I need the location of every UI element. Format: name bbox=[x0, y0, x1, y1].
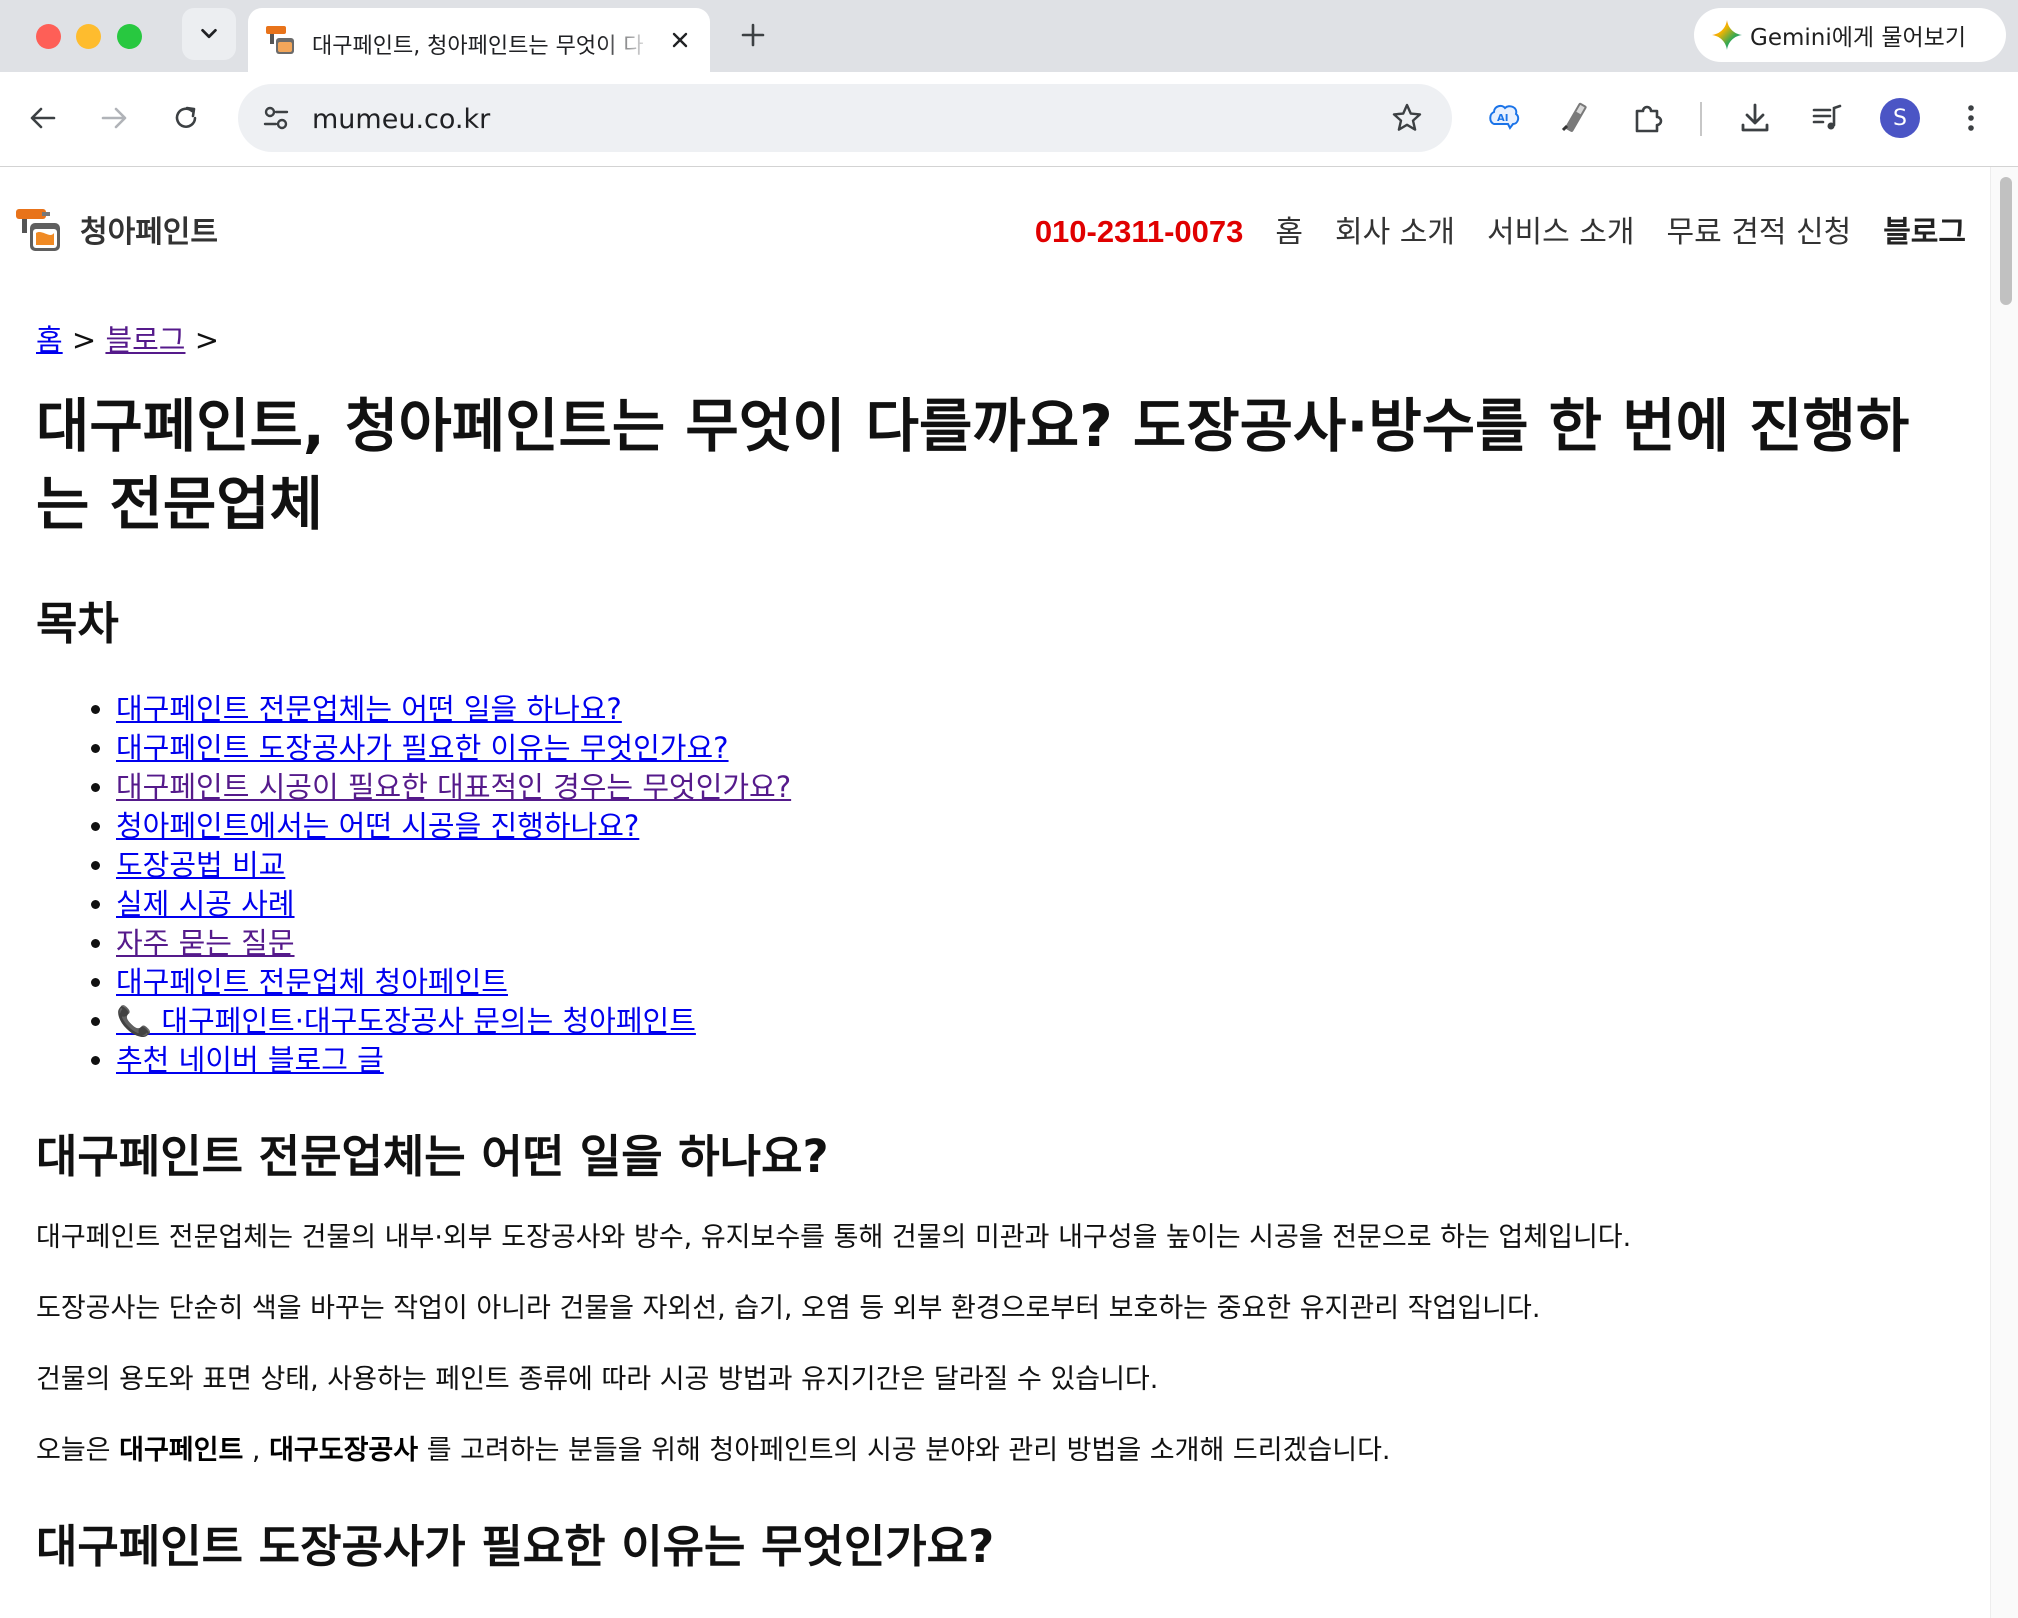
playlist-music-icon bbox=[1812, 104, 1842, 130]
arrow-right-icon bbox=[101, 107, 127, 129]
toc-item: 청아페인트에서는 어떤 시공을 진행하나요? bbox=[116, 807, 1956, 846]
window-minimize-button[interactable] bbox=[76, 24, 101, 49]
paragraph-text: , bbox=[243, 1435, 270, 1466]
section-heading: 대구페인트 전문업체는 어떤 일을 하나요? bbox=[36, 1130, 829, 1183]
toc-item: 📞 대구페인트·대구도장공사 문의는 청아페인트 bbox=[116, 1002, 1956, 1041]
window-close-button[interactable] bbox=[36, 24, 61, 49]
profile-avatar[interactable]: S bbox=[1880, 98, 1920, 138]
star-outline-icon bbox=[1392, 103, 1422, 131]
table-of-contents: 대구페인트 전문업체는 어떤 일을 하나요? 대구페인트 도장공사가 필요한 이… bbox=[36, 690, 1956, 1080]
download-icon bbox=[1741, 103, 1769, 132]
page-scrollbar[interactable] bbox=[1990, 167, 2018, 1618]
media-control-button[interactable] bbox=[1805, 96, 1849, 140]
url-text[interactable]: mumeu.co.kr bbox=[312, 104, 490, 135]
toc-link[interactable]: 자주 묻는 질문 bbox=[116, 926, 295, 960]
toc-item: 실제 시공 사례 bbox=[116, 885, 1956, 924]
toc-link[interactable]: 대구페인트 시공이 필요한 대표적인 경우는 무엇인가요? bbox=[116, 770, 791, 804]
article-content: 홈 > 블로그 > 대구페인트, 청아페인트는 무엇이 다를까요? 도장공사·방… bbox=[36, 317, 1956, 1575]
toolbar-divider bbox=[1700, 102, 1702, 136]
tab-search-button[interactable] bbox=[182, 8, 236, 60]
tab-title: 대구페인트, 청아페인트는 무엇이 다 bbox=[312, 34, 644, 56]
tune-icon bbox=[263, 106, 289, 130]
gemini-sparkle-icon bbox=[1712, 20, 1742, 50]
new-tab-button[interactable] bbox=[736, 18, 770, 52]
site-favicon-icon bbox=[266, 26, 294, 54]
toc-item: 도장공법 비교 bbox=[116, 846, 1956, 885]
gemini-ask-button[interactable]: Gemini에게 물어보기 bbox=[1694, 8, 2006, 62]
tab-close-button[interactable] bbox=[666, 26, 694, 54]
ai-extension-button[interactable]: AI bbox=[1482, 96, 1526, 140]
keyword-bold: 대구페인트 bbox=[119, 1435, 244, 1466]
toc-link[interactable]: 대구페인트 전문업체 청아페인트 bbox=[116, 965, 508, 999]
breadcrumb-blog-link[interactable]: 블로그 bbox=[105, 323, 185, 357]
reload-button[interactable] bbox=[164, 96, 208, 140]
toc-heading: 목차 bbox=[36, 597, 119, 650]
section-heading: 대구페인트 도장공사가 필요한 이유는 무엇인가요? bbox=[36, 1520, 995, 1573]
browser-tab-bar: 대구페인트, 청아페인트는 무엇이 다 Gemini에게 물어보기 bbox=[0, 0, 2018, 72]
toc-item: 추천 네이버 블로그 글 bbox=[116, 1041, 1956, 1080]
arrow-left-icon bbox=[30, 107, 56, 129]
window-zoom-button[interactable] bbox=[117, 24, 142, 49]
paragraph: 오늘은 대구페인트 , 대구도장공사 를 고려하는 분들을 위해 청아페인트의 … bbox=[36, 1432, 1956, 1470]
paragraph-text: 오늘은 bbox=[36, 1435, 120, 1466]
toc-link[interactable]: 청아페인트에서는 어떤 시공을 진행하나요? bbox=[116, 809, 639, 843]
paragraph: 건물의 용도와 표면 상태, 사용하는 페인트 종류에 따라 시공 방법과 유지… bbox=[36, 1364, 1159, 1395]
back-button[interactable] bbox=[21, 96, 65, 140]
forward-button[interactable] bbox=[92, 96, 136, 140]
toc-link[interactable]: 추천 네이버 블로그 글 bbox=[116, 1043, 384, 1077]
paragraph-text: 를 고려하는 분들을 위해 청아페인트의 시공 분야와 관리 방법을 소개해 드… bbox=[418, 1435, 1391, 1466]
phone-link[interactable]: 010-2311-0073 bbox=[1035, 214, 1244, 250]
more-vertical-icon bbox=[1968, 105, 1974, 131]
bookmark-button[interactable] bbox=[1386, 97, 1428, 139]
paragraph: 대구페인트 전문업체는 건물의 내부·외부 도장공사와 방수, 유지보수를 통해… bbox=[36, 1222, 1632, 1253]
site-name[interactable]: 청아페인트 bbox=[80, 207, 218, 251]
breadcrumb-home-link[interactable]: 홈 bbox=[36, 323, 63, 357]
gemini-button-label: Gemini에게 물어보기 bbox=[1750, 25, 1967, 51]
toc-item: 자주 묻는 질문 bbox=[116, 924, 1956, 963]
extensions-button[interactable] bbox=[1626, 96, 1670, 140]
browser-menu-button[interactable] bbox=[1949, 96, 1993, 140]
downloads-button[interactable] bbox=[1733, 96, 1777, 140]
tools-extension-button[interactable] bbox=[1553, 96, 1597, 140]
toc-link[interactable]: 대구페인트 전문업체는 어떤 일을 하나요? bbox=[116, 692, 622, 726]
toc-item: 대구페인트 전문업체는 어떤 일을 하나요? bbox=[116, 690, 1956, 729]
breadcrumb-separator: > bbox=[194, 323, 220, 357]
paint-roller-logo-icon[interactable] bbox=[14, 203, 64, 253]
site-header: 청아페인트 010-2311-0073 홈 회사 소개 서비스 소개 무료 견적… bbox=[0, 167, 1990, 287]
scrollbar-thumb[interactable] bbox=[2000, 177, 2012, 305]
toc-link[interactable]: 실제 시공 사례 bbox=[116, 887, 295, 921]
chevron-down-icon bbox=[201, 28, 217, 39]
svg-text:AI: AI bbox=[1497, 113, 1508, 124]
paragraph: 도장공사는 단순히 색을 바꾸는 작업이 아니라 건물을 자외선, 습기, 오염… bbox=[36, 1293, 1541, 1324]
toc-link[interactable]: 📞 대구페인트·대구도장공사 문의는 청아페인트 bbox=[116, 1004, 696, 1038]
wrench-pencil-icon bbox=[1561, 102, 1587, 132]
page-viewport: 청아페인트 010-2311-0073 홈 회사 소개 서비스 소개 무료 견적… bbox=[0, 167, 1990, 1618]
address-bar[interactable]: mumeu.co.kr bbox=[238, 84, 1452, 152]
reload-icon bbox=[175, 106, 197, 128]
browser-toolbar: mumeu.co.kr AI S bbox=[0, 72, 2018, 167]
nav-link-about[interactable]: 회사 소개 bbox=[1335, 207, 1455, 251]
ai-brain-icon: AI bbox=[1489, 104, 1520, 130]
site-nav: 010-2311-0073 홈 회사 소개 서비스 소개 무료 견적 신청 블로… bbox=[1035, 207, 1966, 251]
keyword-bold: 대구도장공사 bbox=[269, 1435, 419, 1466]
breadcrumb-separator: > bbox=[71, 323, 97, 357]
puzzle-icon bbox=[1635, 105, 1663, 133]
close-icon bbox=[672, 32, 688, 48]
toc-link[interactable]: 대구페인트 도장공사가 필요한 이유는 무엇인가요? bbox=[116, 731, 729, 765]
nav-link-home[interactable]: 홈 bbox=[1275, 207, 1303, 251]
page-title: 대구페인트, 청아페인트는 무엇이 다를까요? 도장공사·방수를 한 번에 진행… bbox=[36, 392, 1910, 538]
active-tab[interactable]: 대구페인트, 청아페인트는 무엇이 다 bbox=[248, 8, 710, 72]
breadcrumb: 홈 > 블로그 > bbox=[36, 317, 1956, 359]
toc-item: 대구페인트 전문업체 청아페인트 bbox=[116, 963, 1956, 1002]
toc-item: 대구페인트 시공이 필요한 대표적인 경우는 무엇인가요? bbox=[116, 768, 1956, 807]
plus-icon bbox=[741, 23, 765, 47]
nav-link-free-quote[interactable]: 무료 견적 신청 bbox=[1667, 207, 1852, 251]
nav-link-blog[interactable]: 블로그 bbox=[1883, 207, 1966, 251]
site-info-button[interactable] bbox=[256, 98, 296, 138]
toc-item: 대구페인트 도장공사가 필요한 이유는 무엇인가요? bbox=[116, 729, 1956, 768]
nav-link-services[interactable]: 서비스 소개 bbox=[1487, 207, 1635, 251]
toc-link[interactable]: 도장공법 비교 bbox=[116, 848, 285, 882]
